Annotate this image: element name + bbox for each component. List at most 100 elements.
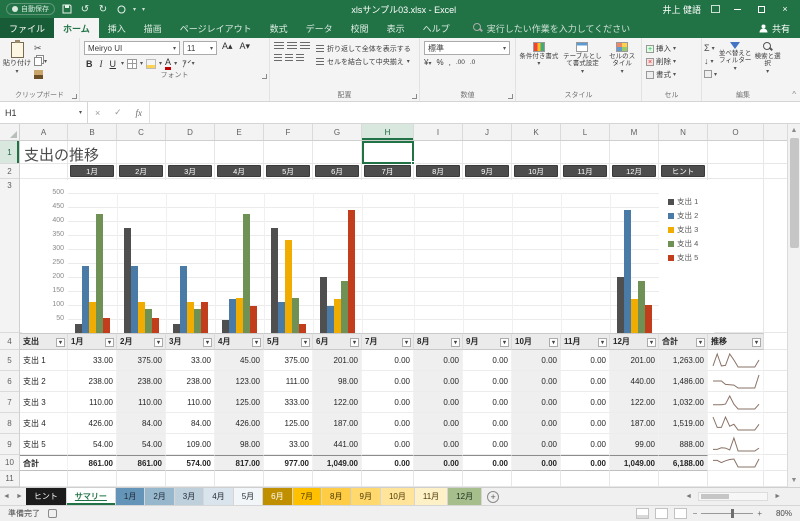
column-header-J[interactable]: J	[463, 124, 512, 140]
filter-dropdown-icon[interactable]: ▾	[350, 338, 359, 347]
chart-bar-支出 3-6月[interactable]	[334, 299, 341, 333]
sheet-tab-12月[interactable]: 12月	[448, 488, 483, 505]
touch-mode-icon[interactable]	[115, 3, 127, 15]
maximize-button[interactable]	[754, 3, 768, 15]
wrap-text-button[interactable]: 折り返して全体を表示する	[316, 42, 411, 55]
chart-bar-支出 2-5月[interactable]	[278, 302, 285, 333]
chart-bar-支出 1-2月[interactable]	[124, 228, 131, 333]
font-color-icon[interactable]: A	[165, 57, 172, 70]
chart-bar-支出 2-6月[interactable]	[327, 306, 334, 333]
chart-bar-支出 5-6月[interactable]	[348, 210, 355, 333]
ribbon-tab-2[interactable]: 挿入	[99, 18, 135, 38]
grow-font-button[interactable]: A▴	[220, 41, 235, 55]
table-header-9月[interactable]: 9月 ▾	[463, 333, 512, 350]
cut-button[interactable]: ✂	[34, 43, 47, 54]
column-header-M[interactable]: M	[610, 124, 659, 140]
alignment-dialog-launcher-icon[interactable]	[412, 94, 417, 99]
paste-dropdown-icon[interactable]: ▾	[15, 68, 18, 75]
chart-bar-支出 4-3月[interactable]	[194, 309, 201, 333]
normal-view-button[interactable]	[635, 508, 649, 519]
column-header-A[interactable]: A	[20, 124, 68, 140]
scroll-down-icon[interactable]: ▼	[788, 474, 800, 487]
table-header-支出[interactable]: 支出 ▾	[20, 333, 68, 350]
chart-bar-支出 3-1月[interactable]	[89, 302, 96, 333]
find-select-button[interactable]: 検索と選択 ▾	[753, 40, 782, 75]
bold-button[interactable]: B	[84, 59, 95, 69]
ribbon-tab-4[interactable]: ページレイアウト	[171, 18, 261, 38]
row-header-6[interactable]: 6	[0, 371, 19, 392]
table-header-10月[interactable]: 10月 ▾	[512, 333, 561, 350]
conditional-formatting-button[interactable]: 条件付き書式 ▾	[518, 40, 560, 67]
chart-bar-支出 5-2月[interactable]	[152, 318, 159, 333]
vertical-scroll-thumb[interactable]	[790, 138, 799, 248]
collapse-ribbon-icon[interactable]: ^	[792, 90, 796, 99]
format-painter-button[interactable]	[34, 69, 47, 80]
clipboard-dialog-launcher-icon[interactable]	[72, 94, 77, 99]
table-header-7月[interactable]: 7月 ▾	[362, 333, 414, 350]
currency-format-icon[interactable]: ¥▾	[424, 58, 431, 67]
redo-icon[interactable]: ↻	[97, 3, 109, 15]
chart-bar-支出 1-3月[interactable]	[173, 324, 180, 333]
sheet-tab-5月[interactable]: 5月	[233, 488, 264, 505]
format-as-table-button[interactable]: テーブルとして書式設定 ▾	[560, 40, 606, 75]
clear-button[interactable]: ▾	[704, 68, 717, 80]
merge-center-button[interactable]: セルを結合して中央揃え ▾	[316, 55, 411, 68]
fill-color-icon[interactable]	[146, 58, 157, 69]
column-header-O[interactable]: O	[708, 124, 764, 140]
month-button-12月[interactable]: 12月	[612, 165, 656, 177]
ribbon-tab-home[interactable]: ホーム	[54, 18, 99, 38]
fill-button[interactable]: ↓ ▾	[704, 55, 717, 67]
month-button-9月[interactable]: 9月	[465, 165, 509, 177]
table-header-5月[interactable]: 5月 ▾	[264, 333, 313, 350]
number-format-select[interactable]: 標準 ▾	[424, 41, 510, 55]
chart-bar-支出 4-1月[interactable]	[96, 214, 103, 333]
table-header-合計[interactable]: 合計 ▾	[659, 333, 708, 350]
row-header-11[interactable]: 11	[0, 471, 19, 487]
name-box[interactable]: H1 ▾	[0, 102, 88, 123]
row-header-1[interactable]: 1	[0, 141, 19, 164]
ribbon-tab-7[interactable]: 校閲	[342, 18, 378, 38]
chart-bar-支出 5-1月[interactable]	[103, 318, 110, 333]
sheet-tab-ヒント[interactable]: ヒント	[25, 488, 67, 505]
chart-bar-支出 4-5月[interactable]	[292, 298, 299, 333]
column-header-I[interactable]: I	[414, 124, 463, 140]
sheet-canvas[interactable]: 支出の推移 50 100 150 200 250 300 350 400 450 500 支出 1 支出…	[20, 141, 787, 487]
chart-legend-item[interactable]: 支出 3	[668, 224, 698, 235]
sheet-tab-10月[interactable]: 10月	[380, 488, 415, 505]
ribbon-display-options-icon[interactable]	[711, 5, 720, 13]
ribbon-tab-8[interactable]: 表示	[378, 18, 414, 38]
close-button[interactable]: ×	[778, 3, 792, 15]
zoom-in-icon[interactable]: +	[757, 509, 762, 518]
sheet-tab-9月[interactable]: 9月	[351, 488, 381, 505]
month-button-8月[interactable]: 8月	[416, 165, 460, 177]
accessibility-icon[interactable]	[48, 509, 57, 518]
selected-cell-H1[interactable]	[362, 141, 415, 165]
page-break-view-button[interactable]	[673, 508, 687, 519]
chart-bar-支出 1-1月[interactable]	[75, 324, 82, 333]
filter-dropdown-icon[interactable]: ▾	[154, 338, 163, 347]
font-name-select[interactable]: Meiryo UI ▾	[84, 41, 180, 55]
filter-dropdown-icon[interactable]: ▾	[647, 338, 656, 347]
table-header-推移[interactable]: 推移 ▾	[708, 333, 764, 350]
autosum-button[interactable]: Σ ▾	[704, 42, 717, 54]
select-all-corner[interactable]	[0, 124, 20, 140]
qat-dropdown-icon[interactable]: ▾	[133, 6, 136, 13]
filter-dropdown-icon[interactable]: ▾	[696, 338, 705, 347]
month-button-5月[interactable]: 5月	[266, 165, 310, 177]
sheet-tab-6月[interactable]: 6月	[263, 488, 293, 505]
chart-bar-支出 5-4月[interactable]	[250, 306, 257, 333]
chart-bar-支出 2-12月[interactable]	[624, 210, 631, 333]
chart-bar-支出 3-5月[interactable]	[285, 240, 292, 333]
row-header-8[interactable]: 8	[0, 413, 19, 434]
column-header-E[interactable]: E	[215, 124, 264, 140]
chart-bar-支出 3-2月[interactable]	[138, 302, 145, 333]
chart-bar-支出 1-6月[interactable]	[320, 277, 327, 333]
month-button-1月[interactable]: 1月	[70, 165, 114, 177]
tell-me-search[interactable]: 実行したい作業を入力してください	[472, 18, 630, 38]
align-left-icon[interactable]	[274, 54, 282, 62]
insert-cells-button[interactable]: + 挿入 ▾	[646, 42, 699, 55]
filter-dropdown-icon[interactable]: ▾	[549, 338, 558, 347]
row-header-10[interactable]: 10	[0, 455, 19, 471]
row-header-9[interactable]: 9	[0, 434, 19, 455]
chart-bar-支出 1-4月[interactable]	[222, 320, 229, 333]
